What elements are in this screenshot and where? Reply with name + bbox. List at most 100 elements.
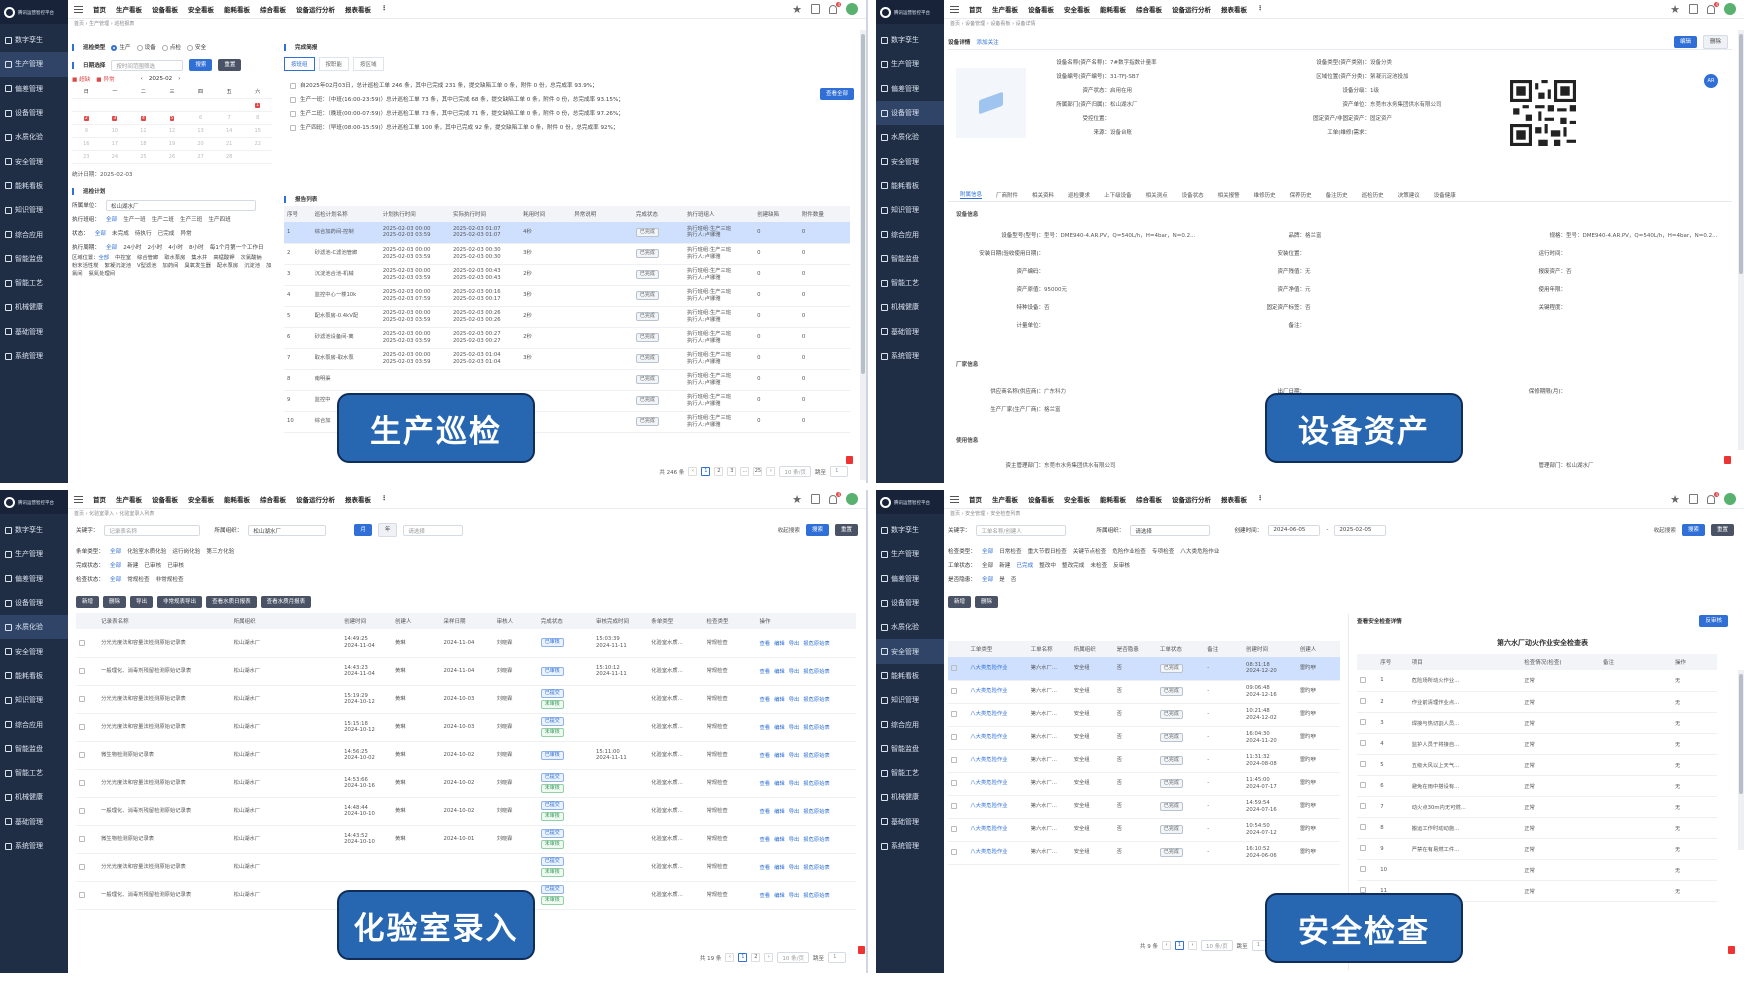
row-checkbox[interactable] <box>951 849 957 856</box>
bell-icon[interactable]: 4 <box>1707 491 1719 504</box>
filter-option[interactable]: 运行岗化验 <box>172 547 200 555</box>
filter-option[interactable]: 专项检查 <box>1152 547 1174 555</box>
row-checkbox[interactable] <box>79 723 85 730</box>
top-menu-item[interactable]: 能耗看板 <box>1100 4 1126 14</box>
row-checkbox[interactable] <box>79 807 85 814</box>
area-option[interactable]: 配水泵房 <box>217 263 238 269</box>
sidebar-item[interactable]: 设备管理 <box>876 591 944 615</box>
scrollbar[interactable] <box>1738 670 1744 850</box>
top-menu-item[interactable]: 能耗看板 <box>224 494 250 504</box>
top-menu-item[interactable]: 综合看板 <box>1136 4 1162 14</box>
row-action-link[interactable]: 查看 <box>759 837 770 843</box>
page-number[interactable]: 3 <box>727 467 737 476</box>
filter-option[interactable]: 八大类危险作业 <box>1180 547 1219 555</box>
row-action-link[interactable]: 报危原始表 <box>803 669 830 675</box>
cell-text[interactable]: 八大类危险作业 <box>970 711 1007 718</box>
sidebar-item[interactable]: 偏差管理 <box>0 567 68 591</box>
calendar-day[interactable]: 4 <box>129 112 158 125</box>
menu-toggle-icon[interactable] <box>950 495 959 503</box>
table-row[interactable]: 分光光度法和容量法检测原始记录表 松山湖水厂 14:49:25 2024-11-04… <box>76 629 856 658</box>
calendar-day[interactable]: 7 <box>214 112 244 125</box>
table-row[interactable]: 8 南明渠 已完成 执行班组:生产三班 执行人:卢娜雅 0 0 <box>284 369 850 391</box>
area-option[interactable]: 臭氧发生器 <box>184 263 211 269</box>
tab-9[interactable]: 保养历史 <box>1290 191 1312 199</box>
calendar-day[interactable]: 5 <box>157 112 187 125</box>
table-row[interactable]: 八大类危险作业 第六水厂... 安全组 否 已完成 - 11:31:32 2024-08-0… <box>948 749 1340 773</box>
calendar-day[interactable] <box>72 99 101 112</box>
filter-option[interactable]: 全部 <box>106 215 117 223</box>
row-action-link[interactable]: 导出 <box>789 837 800 843</box>
sidebar-item[interactable]: 机械健康 <box>0 785 68 809</box>
action-button[interactable]: 非常规表导出 <box>157 596 203 608</box>
area-option[interactable]: 取水泵房 <box>164 255 185 261</box>
row-checkbox[interactable] <box>79 835 85 842</box>
calendar-day[interactable]: 24 <box>100 151 130 164</box>
table-row[interactable]: 八大类危险作业 第六水厂... 安全组 否 已完成 - 16:10:52 2024-06-0… <box>948 841 1340 865</box>
table-row[interactable]: 八大类危险作业 第六水厂... 安全组 否 已完成 - 14:59:54 2024-07-1… <box>948 795 1340 819</box>
alarm-icon[interactable] <box>858 946 865 954</box>
table-row[interactable]: 2 砂滤池-C滤池管廊 2025-02-03 00:00 2025-02-03 03… <box>284 243 850 265</box>
filter-option[interactable]: 待执行 <box>135 229 152 237</box>
top-menu-item[interactable]: 首页 <box>969 4 982 14</box>
filter-option[interactable]: 已完成 <box>158 229 175 237</box>
area-option[interactable]: 全部 <box>99 255 110 261</box>
top-menu-item[interactable]: 综合看板 <box>1136 494 1162 504</box>
sidebar-item[interactable]: 偏差管理 <box>876 77 944 101</box>
view-all-button[interactable]: 查看全部 <box>819 88 854 100</box>
sidebar-item[interactable]: 综合应用 <box>0 222 68 246</box>
collapse-search[interactable]: 收起搜索 <box>778 526 800 534</box>
calendar-day[interactable]: 23 <box>72 151 101 164</box>
table-row[interactable]: 分光光度法和容量法检测原始记录表 松山湖水厂 15:15:18 2024-10-12… <box>76 713 856 742</box>
sidebar-item[interactable]: 智能工艺 <box>0 761 68 785</box>
area-option[interactable]: 中控室 <box>115 255 131 261</box>
action-button[interactable]: 删除 <box>975 596 999 608</box>
row-checkbox[interactable] <box>1360 824 1366 831</box>
filter-option[interactable]: 化验室水质化验 <box>127 547 166 555</box>
row-action-link[interactable]: 查看 <box>759 725 770 731</box>
row-action-link[interactable]: 导出 <box>789 725 800 731</box>
table-row[interactable]: 分光光度法和容量法检测原始记录表 松山湖水厂 已提交 未审核 化验室水质... 常规检查 查… <box>76 853 856 882</box>
calendar-day[interactable]: 28 <box>214 151 244 164</box>
row-action-link[interactable]: 查看 <box>759 641 770 647</box>
sidebar-item[interactable]: 基础管理 <box>0 320 68 344</box>
sidebar-item[interactable]: 基础管理 <box>0 810 68 834</box>
next-month-icon[interactable]: › <box>178 76 180 82</box>
report-tab[interactable]: 按班组 <box>284 57 315 71</box>
filter-option[interactable]: 第三方化验 <box>206 547 234 555</box>
row-action-link[interactable]: 导出 <box>789 753 800 759</box>
sidebar-item[interactable]: 生产管理 <box>876 52 944 76</box>
row-checkbox[interactable] <box>951 757 957 764</box>
tab-13[interactable]: 设备健康 <box>1434 191 1456 199</box>
filter-option[interactable]: 全部 <box>110 561 121 569</box>
cell-text[interactable]: 八大类危险作业 <box>970 826 1007 833</box>
area-option[interactable]: 加药间 <box>163 263 179 269</box>
top-menu-item[interactable]: 生产看板 <box>116 4 142 14</box>
row-action-link[interactable]: 编辑 <box>774 893 785 899</box>
report-tab[interactable]: 按职能 <box>318 57 350 71</box>
page-size-select[interactable]: 10 条/页 <box>1201 940 1233 951</box>
filter-option[interactable]: 全部 <box>110 547 121 555</box>
filter-option[interactable]: 已完成 <box>1016 561 1033 569</box>
sidebar-item[interactable]: 水质化验 <box>876 125 944 149</box>
row-checkbox[interactable] <box>79 779 85 786</box>
top-menu-item[interactable]: 设备看板 <box>152 4 178 14</box>
top-menu-item[interactable]: 设备运行分析 <box>1172 494 1211 504</box>
row-action-link[interactable]: 编辑 <box>774 837 785 843</box>
page-number[interactable]: 2 <box>751 953 761 962</box>
org-select[interactable]: 请选择 <box>1130 524 1211 536</box>
row-action-link[interactable]: 导出 <box>789 669 800 675</box>
tab-6[interactable]: 设备状态 <box>1182 191 1204 199</box>
top-menu-item[interactable]: ⋮ <box>1257 4 1264 14</box>
sidebar-item[interactable]: 生产管理 <box>876 542 944 566</box>
alarm-icon[interactable] <box>1724 456 1731 464</box>
top-menu-item[interactable]: 报表看板 <box>1221 494 1247 504</box>
top-menu-item[interactable]: 能耗看板 <box>1100 494 1126 504</box>
row-checkbox[interactable] <box>79 639 85 646</box>
filter-option[interactable]: 已审核 <box>144 561 161 569</box>
area-option[interactable]: 粉末活性炭 <box>72 263 99 269</box>
top-menu-item[interactable]: ⋮ <box>381 494 388 504</box>
page-number[interactable]: 1 <box>701 467 711 476</box>
table-row[interactable]: 八大类危险作业 第六水厂... 安全组 否 已完成 - 11:45:00 2024-07-1… <box>948 772 1340 796</box>
search-button[interactable]: 搜索 <box>189 59 213 71</box>
sidebar-item[interactable]: 智能工艺 <box>0 271 68 295</box>
